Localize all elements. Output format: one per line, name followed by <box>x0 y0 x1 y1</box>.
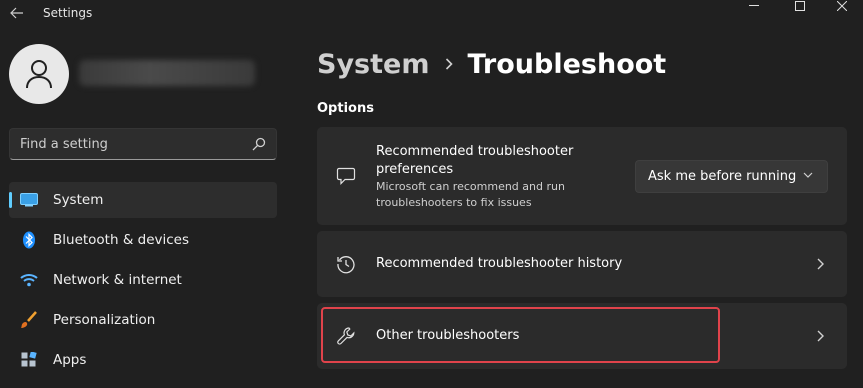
history-icon <box>335 253 357 275</box>
wrench-icon <box>335 325 357 347</box>
minimize-icon <box>749 5 759 6</box>
breadcrumb-parent[interactable]: System <box>317 49 429 80</box>
chat-bubble-icon <box>335 165 357 187</box>
section-label: Options <box>317 101 374 116</box>
search-icon[interactable] <box>252 137 266 151</box>
sidebar-item-system[interactable]: System <box>9 182 277 218</box>
search-input[interactable] <box>10 136 240 152</box>
close-button[interactable] <box>820 0 863 12</box>
chevron-right-icon <box>813 256 827 272</box>
troubleshooter-preferences-card: Recommended troubleshooter preferences M… <box>317 127 847 225</box>
maximize-button[interactable] <box>778 0 822 12</box>
apps-icon <box>20 351 38 369</box>
breadcrumb: System Troubleshoot <box>317 44 666 84</box>
maximize-icon <box>795 1 805 11</box>
sidebar-item-network[interactable]: Network & internet <box>9 262 277 298</box>
back-button[interactable] <box>6 3 28 23</box>
card-title: Other troubleshooters <box>376 328 520 343</box>
app-title: Settings <box>43 6 93 20</box>
sidebar-item-apps[interactable]: Apps <box>9 342 277 378</box>
troubleshooter-preference-dropdown[interactable]: Ask me before running <box>635 160 828 193</box>
person-icon <box>26 60 52 89</box>
avatar[interactable] <box>9 44 69 104</box>
sidebar-item-personalization[interactable]: Personalization <box>9 302 277 338</box>
sidebar-item-bluetooth[interactable]: Bluetooth & devices <box>9 222 277 258</box>
system-icon <box>20 191 38 209</box>
other-troubleshooters-card[interactable]: Other troubleshooters <box>317 303 847 369</box>
page-title: Troubleshoot <box>467 48 667 80</box>
wifi-icon <box>20 271 38 289</box>
troubleshooter-history-card[interactable]: Recommended troubleshooter history <box>317 231 847 297</box>
close-icon <box>837 1 847 11</box>
search-box[interactable] <box>9 128 277 160</box>
sidebar-item-label: Network & internet <box>53 272 182 288</box>
brush-icon <box>20 311 38 329</box>
minimize-button[interactable] <box>732 0 776 12</box>
user-name-redacted <box>79 60 255 86</box>
sidebar-item-label: Personalization <box>53 312 156 328</box>
back-arrow-icon <box>10 7 23 19</box>
sidebar-nav: System Bluetooth & devices Network & int… <box>9 182 277 382</box>
card-title: Recommended troubleshooter history <box>376 256 623 271</box>
sidebar-item-label: System <box>53 192 104 208</box>
card-title: Recommended troubleshooter preferences <box>376 144 574 177</box>
sidebar-item-label: Apps <box>53 352 87 368</box>
chevron-right-icon <box>813 328 827 344</box>
card-description: Microsoft can recommend and run troubles… <box>376 180 565 209</box>
chevron-right-icon <box>445 58 454 70</box>
bluetooth-icon <box>20 231 38 249</box>
title-bar: Settings <box>0 0 863 30</box>
sidebar-item-label: Bluetooth & devices <box>53 232 190 248</box>
chevron-down-icon <box>803 172 813 178</box>
dropdown-value: Ask me before running <box>648 169 797 184</box>
